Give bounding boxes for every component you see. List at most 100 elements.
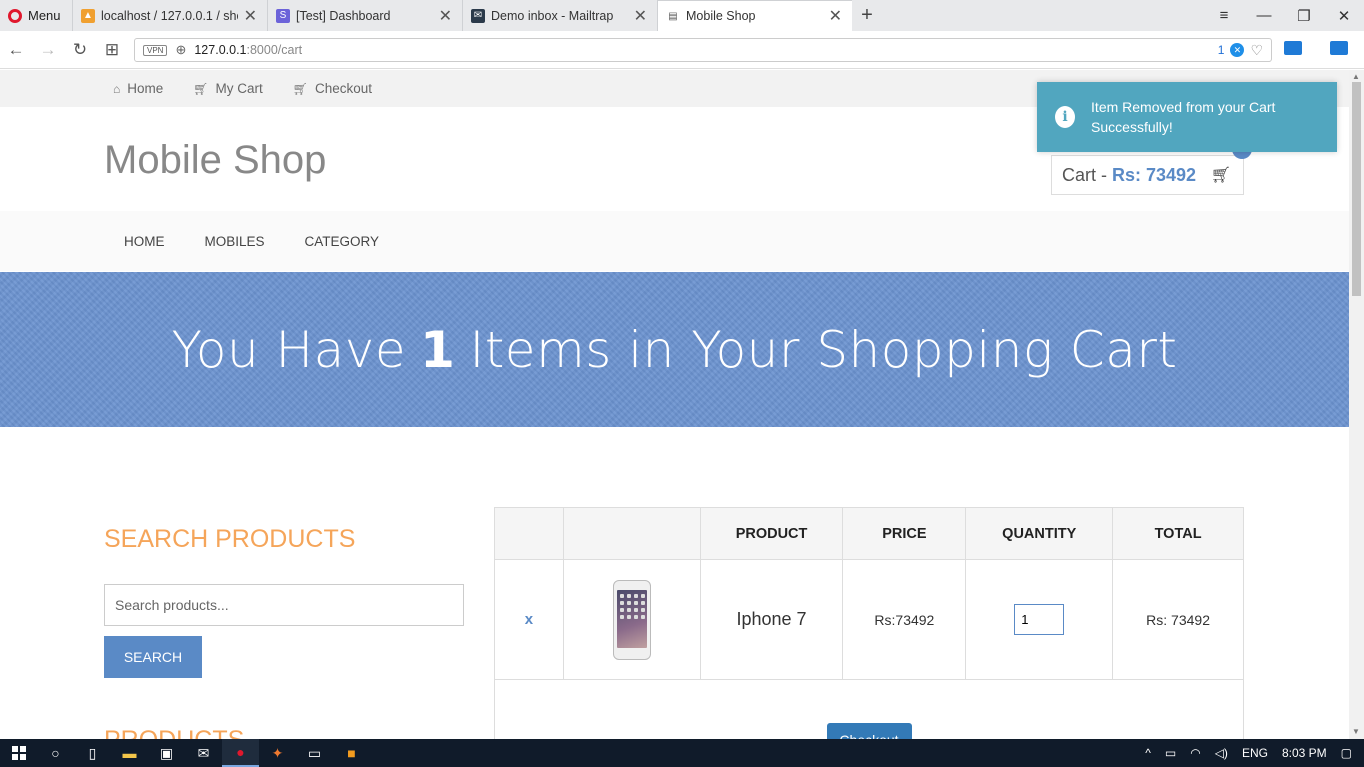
product-cell: Iphone 7: [699, 559, 844, 680]
tab-title: Demo inbox - Mailtrap: [491, 8, 614, 23]
remove-item-button[interactable]: x: [525, 611, 533, 628]
phpmyadmin-icon: ▲: [81, 8, 95, 23]
cart-table: PRODUCT PRICE QUANTITY TOTAL x Iphone 7 …: [494, 507, 1244, 739]
ad-block-icon[interactable]: ✕: [1230, 43, 1245, 57]
opera-menu-button[interactable]: Menu: [0, 0, 72, 31]
window-controls: ≡ — ❐ ✕: [1204, 0, 1364, 31]
menu-label: Menu: [28, 8, 61, 23]
toast-notification[interactable]: i Item Removed from your Cart Successful…: [1037, 82, 1337, 152]
battery-icon[interactable]: ▭: [1165, 746, 1176, 760]
tab-mobile-shop[interactable]: ▤ Mobile Shop ✕: [657, 0, 852, 31]
product-image[interactable]: [612, 579, 651, 660]
total-cell: Rs: 73492: [1112, 559, 1244, 680]
wifi-icon[interactable]: ◠: [1190, 746, 1200, 760]
reload-icon[interactable]: ↻: [64, 40, 96, 60]
tab-menu-icon[interactable]: ≡: [1204, 0, 1244, 31]
page-viewport: ⌂ Home 🛒︎ My Cart 🛒︎ Checkout Mobile Shop C…: [0, 70, 1349, 739]
header-remove: [494, 507, 564, 560]
sublime-text-icon[interactable]: ■: [333, 739, 370, 767]
header-cart-box[interactable]: Cart - Rs: 73492 🛒︎: [1051, 155, 1244, 195]
system-tray: ^ ▭ ◠ ◁) ENG 8:03 PM ▢: [1145, 746, 1364, 760]
tab-title: Mobile Shop: [686, 9, 756, 23]
scroll-down-icon[interactable]: ▼: [1352, 727, 1360, 736]
vpn-badge[interactable]: VPN: [143, 44, 168, 56]
opera-logo-icon: [8, 8, 22, 23]
url-host: 127.0.0.1: [194, 43, 247, 57]
cart-label: Cart -: [1062, 164, 1107, 185]
product-name[interactable]: Iphone 7: [737, 609, 807, 629]
show-hidden-icons-icon[interactable]: ^: [1145, 746, 1151, 760]
battery-saver-icon[interactable]: [1330, 41, 1348, 55]
cart-table-header-row: PRODUCT PRICE QUANTITY TOTAL: [494, 507, 1244, 560]
speed-dial-icon[interactable]: ⊞: [96, 40, 128, 60]
clock[interactable]: 8:03 PM: [1282, 746, 1327, 760]
opera-taskbar-icon[interactable]: ●: [222, 739, 259, 767]
top-link-checkout[interactable]: 🛒︎ Checkout: [293, 81, 372, 96]
wallet-icon[interactable]: [1284, 41, 1302, 55]
task-view-icon[interactable]: ▯: [74, 739, 111, 767]
close-tab-icon[interactable]: ✕: [829, 6, 842, 26]
mailtrap-icon: ✉: [471, 8, 485, 23]
cortana-search-icon[interactable]: ○: [37, 739, 74, 767]
quantity-input[interactable]: [1014, 604, 1065, 635]
table-row: x Iphone 7 Rs:73492 Rs: 73492: [494, 559, 1244, 680]
start-button[interactable]: [0, 739, 37, 767]
close-window-icon[interactable]: ✕: [1324, 0, 1364, 31]
top-link-home[interactable]: ⌂ Home: [113, 81, 163, 96]
new-tab-button[interactable]: +: [852, 0, 882, 31]
tab-dashboard[interactable]: S [Test] Dashboard ✕: [267, 0, 462, 31]
restore-icon[interactable]: ❐: [1284, 0, 1324, 31]
nav-home[interactable]: HOME: [104, 234, 185, 249]
site-title[interactable]: Mobile Shop: [104, 138, 326, 183]
command-prompt-icon[interactable]: ▭: [296, 739, 333, 767]
quantity-cell: [965, 559, 1114, 680]
banner-prefix: You Have: [171, 320, 407, 379]
search-products-heading: SEARCH PRODUCTS: [104, 525, 356, 553]
toast-message: Item Removed from your Cart Successfully…: [1091, 99, 1276, 135]
search-input[interactable]: [104, 584, 464, 626]
cart-amount: Rs: 73492: [1112, 164, 1197, 185]
top-link-home-label: Home: [127, 81, 164, 96]
top-link-my-cart[interactable]: 🛒︎ My Cart: [193, 81, 262, 96]
home-icon: ⌂: [113, 81, 121, 96]
language-indicator[interactable]: ENG: [1242, 746, 1268, 760]
close-tab-icon[interactable]: ✕: [439, 6, 452, 26]
tab-phpmyadmin[interactable]: ▲ localhost / 127.0.0.1 / shop ✕: [72, 0, 267, 31]
checkout-cell: Checkout: [494, 679, 1244, 739]
scroll-up-icon[interactable]: ▲: [1352, 72, 1360, 81]
close-tab-icon[interactable]: ✕: [244, 6, 257, 26]
url-bar[interactable]: VPN ⊕ 127.0.0.1 :8000/cart 1 ✕ ♡: [134, 38, 1272, 62]
minimize-icon[interactable]: —: [1244, 0, 1284, 31]
header-product: PRODUCT: [699, 507, 844, 560]
close-tab-icon[interactable]: ✕: [634, 6, 647, 26]
forward-arrow-icon[interactable]: →: [32, 40, 64, 60]
action-center-icon[interactable]: ▢: [1341, 746, 1352, 760]
cart-icon: 🛒︎: [193, 81, 209, 96]
top-link-my-cart-label: My Cart: [215, 81, 263, 96]
page-scrollbar[interactable]: ▲ ▼: [1349, 70, 1364, 739]
browser-tab-strip: Menu ▲ localhost / 127.0.0.1 / shop ✕ S …: [0, 0, 1364, 31]
xampp-icon[interactable]: ✦: [259, 739, 296, 767]
windows-taskbar: ○ ▯ ▬ ▣ ✉ ● ✦ ▭ ■ ^ ▭ ◠ ◁) ENG 8:03 PM ▢: [0, 739, 1364, 767]
top-link-checkout-label: Checkout: [314, 81, 373, 96]
nav-category[interactable]: CATEGORY: [285, 234, 400, 249]
s-icon: S: [276, 8, 290, 23]
volume-icon[interactable]: ◁): [1215, 746, 1228, 760]
mail-icon[interactable]: ✉: [185, 739, 222, 767]
banner-suffix: Items in Your Shopping Cart: [469, 320, 1178, 379]
tab-title: [Test] Dashboard: [296, 8, 391, 23]
nav-mobiles[interactable]: MOBILES: [185, 234, 285, 249]
checkout-button[interactable]: Checkout: [826, 723, 912, 739]
page-icon: ▤: [668, 10, 678, 22]
price-cell: Rs:73492: [842, 559, 967, 680]
file-explorer-icon[interactable]: ▬: [111, 739, 148, 767]
store-icon[interactable]: ▣: [148, 739, 185, 767]
header-price: PRICE: [842, 507, 967, 560]
extension-count: 1: [1217, 43, 1225, 57]
scrollbar-thumb[interactable]: [1352, 82, 1361, 296]
url-path: :8000/cart: [246, 43, 303, 57]
search-button[interactable]: SEARCH: [104, 636, 202, 678]
tab-mailtrap[interactable]: ✉ Demo inbox - Mailtrap ✕: [462, 0, 657, 31]
back-arrow-icon[interactable]: ←: [0, 40, 32, 60]
bookmark-heart-icon[interactable]: ♡: [1250, 42, 1263, 59]
